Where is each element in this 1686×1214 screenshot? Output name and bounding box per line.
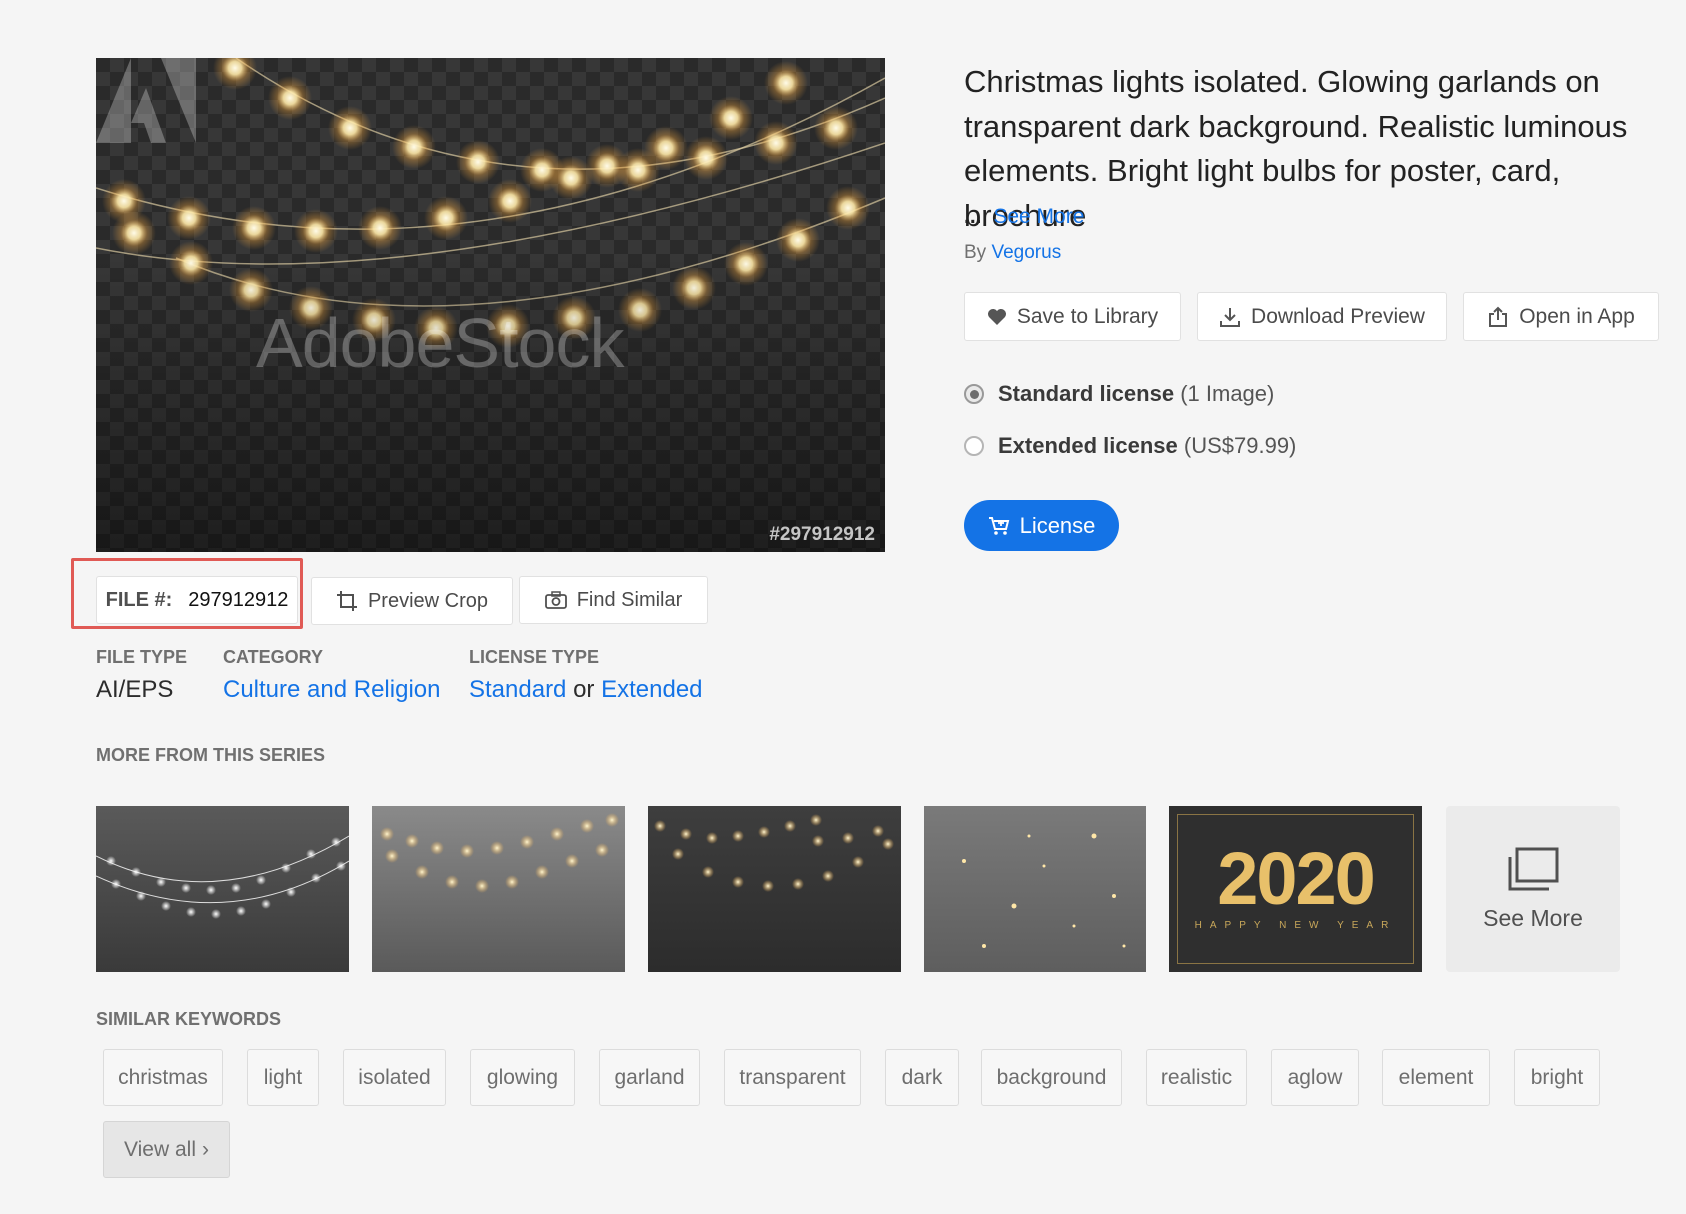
watermark-text: AdobeStock [256, 304, 624, 382]
keyword-chip[interactable]: aglow [1271, 1049, 1359, 1106]
preview-crop-label: Preview Crop [367, 589, 489, 612]
download-preview-button[interactable]: Download Preview [1197, 292, 1447, 341]
crop-icon [336, 591, 357, 611]
thumbnail-image [372, 806, 625, 972]
series-heading: MORE FROM THIS SERIES [96, 745, 326, 765]
annotation-highlight-box [71, 558, 303, 629]
find-similar-label: Find Similar [576, 588, 683, 611]
license-extended-link[interactable]: Extended [601, 676, 702, 703]
standard-license-option[interactable]: Standard license (1 Image) [964, 381, 1274, 407]
camera-icon [544, 591, 567, 609]
keyword-chip[interactable]: light [247, 1049, 319, 1106]
view-all-keywords-button[interactable]: View all › [103, 1121, 230, 1178]
by-label: By [964, 242, 987, 263]
preview-crop-button[interactable]: Preview Crop [311, 577, 513, 625]
standard-license-label: Standard license [998, 381, 1175, 406]
cart-icon [988, 516, 1009, 535]
find-similar-button[interactable]: Find Similar [519, 576, 708, 624]
view-all-label: View all [124, 1137, 196, 1161]
series-thumbnail-4[interactable] [924, 806, 1146, 972]
thumbnail-2020-text: 2020 [1217, 837, 1376, 920]
keyword-chip[interactable]: transparent [724, 1049, 861, 1106]
adobe-logo-icon [96, 58, 196, 143]
standard-license-text: Standard license (1 Image) [998, 381, 1274, 407]
extended-license-label: Extended license [998, 433, 1178, 458]
license-or-text: or [573, 676, 595, 703]
license-button[interactable]: License [964, 500, 1119, 551]
keyword-chip[interactable]: glowing [470, 1049, 575, 1106]
keyword-chip[interactable]: background [981, 1049, 1122, 1106]
asset-preview-image[interactable]: AdobeStock #297912912 [96, 58, 885, 552]
ellipsis-text: ... [964, 205, 982, 228]
extended-license-price: (US$79.99) [1183, 433, 1297, 458]
extended-license-text: Extended license (US$79.99) [998, 433, 1296, 459]
file-number-overlay: #297912912 [769, 524, 875, 545]
thumbnail-image [924, 806, 1146, 972]
save-to-library-label: Save to Library [1016, 304, 1159, 328]
license-type-value: Standard or Extended [469, 676, 703, 704]
license-standard-link[interactable]: Standard [469, 676, 566, 703]
author-link[interactable]: Vegorus [991, 242, 1061, 263]
series-thumbnail-1[interactable] [96, 806, 349, 972]
thumbnail-image [648, 806, 901, 972]
keyword-chip[interactable]: dark [885, 1049, 959, 1106]
series-thumbnail-3[interactable] [648, 806, 901, 972]
open-in-app-button[interactable]: Open in App [1463, 292, 1659, 341]
save-to-library-button[interactable]: Save to Library [964, 292, 1181, 341]
keywords-heading: SIMILAR KEYWORDS [96, 1009, 282, 1029]
category-heading: CATEGORY [223, 647, 324, 667]
keyword-chip[interactable]: element [1382, 1049, 1490, 1106]
stack-icon [1508, 847, 1559, 890]
open-in-app-label: Open in App [1519, 304, 1635, 328]
author-byline: By Vegorus [964, 242, 1061, 264]
download-icon [1220, 307, 1241, 327]
chevron-right-icon: › [201, 1137, 209, 1161]
file-type-value: AI/EPS [96, 676, 174, 703]
series-see-more-label: See More [1483, 904, 1583, 931]
series-thumbnail-5[interactable]: 2020 HAPPY NEW YEAR [1169, 806, 1422, 972]
standard-license-radio[interactable] [964, 384, 984, 404]
keyword-chip[interactable]: garland [599, 1049, 700, 1106]
keyword-chip[interactable]: christmas [103, 1049, 223, 1106]
thumbnail-image [96, 806, 349, 972]
keyword-chip[interactable]: isolated [343, 1049, 446, 1106]
extended-license-radio[interactable] [964, 436, 984, 456]
title-see-more: ... See More [964, 205, 1084, 229]
keyword-chip[interactable]: realistic [1146, 1049, 1247, 1106]
share-icon [1489, 306, 1508, 327]
license-button-label: License [1019, 512, 1096, 538]
category-link[interactable]: Culture and Religion [223, 676, 440, 704]
series-see-more-button[interactable]: See More [1446, 806, 1620, 972]
standard-license-detail: (1 Image) [1180, 381, 1275, 406]
download-preview-label: Download Preview [1251, 304, 1425, 328]
thumbnail-happy-new-year-text: HAPPY NEW YEAR [1194, 920, 1397, 931]
license-type-heading: LICENSE TYPE [469, 647, 600, 667]
file-type-heading: FILE TYPE [96, 647, 188, 667]
series-thumbnail-2[interactable] [372, 806, 625, 972]
keyword-chip[interactable]: bright [1514, 1049, 1600, 1106]
heart-icon [987, 308, 1006, 325]
see-more-link[interactable]: See More [993, 205, 1084, 228]
extended-license-option[interactable]: Extended license (US$79.99) [964, 433, 1296, 459]
